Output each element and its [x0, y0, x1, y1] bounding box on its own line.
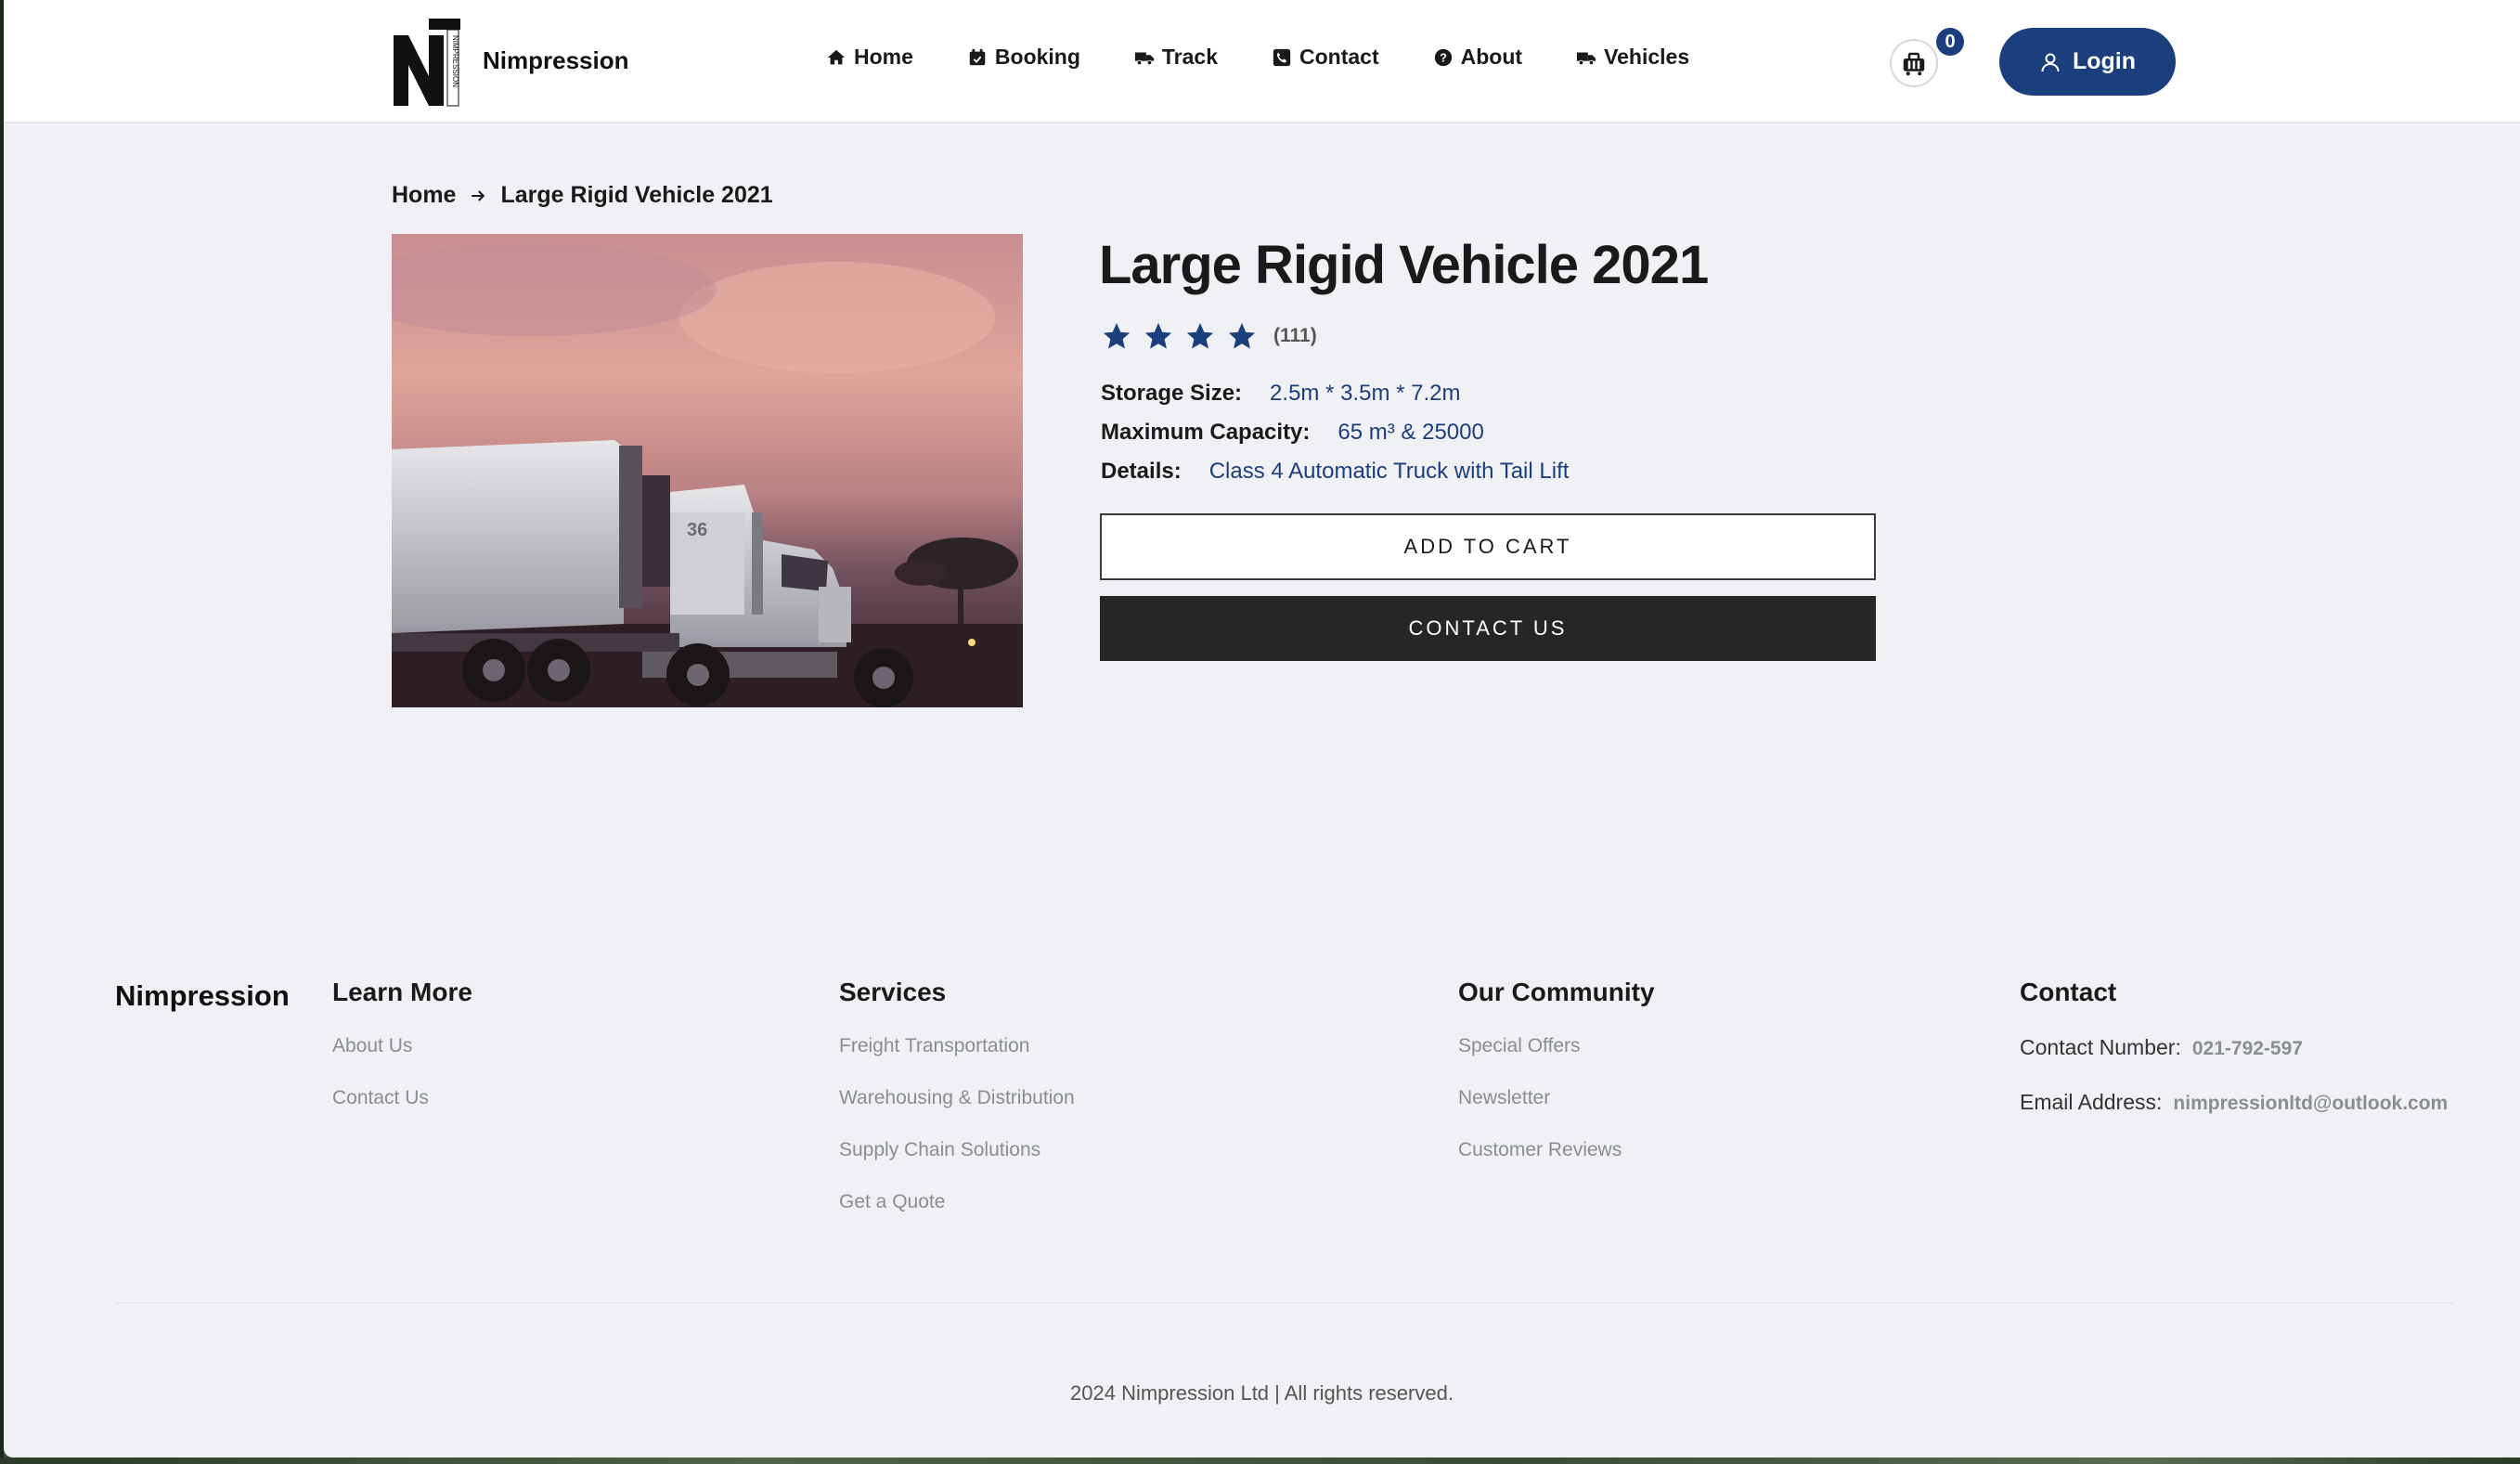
- spec-value: 65 m³ & 25000: [1338, 420, 1484, 445]
- breadcrumb: Home Large Rigid Vehicle 2021: [392, 182, 773, 209]
- truck-number: 36: [687, 520, 707, 540]
- contact-email-value[interactable]: nimpressionltd@outlook.com: [2173, 1093, 2448, 1115]
- site-header: NIMPRESSION Nimpression Home Booking Tra…: [4, 0, 2520, 123]
- add-to-cart-button[interactable]: ADD TO CART: [1100, 513, 1876, 580]
- nav-about[interactable]: ? About: [1433, 45, 1522, 70]
- breadcrumb-current: Large Rigid Vehicle 2021: [500, 182, 773, 208]
- spec-label: Maximum Capacity:: [1101, 420, 1311, 445]
- footer-heading: Contact: [2020, 978, 2117, 1006]
- question-icon: ?: [1434, 48, 1452, 66]
- footer-heading: Services: [839, 978, 947, 1006]
- contact-phone-row: Contact Number: 021-792-597: [2020, 1035, 2448, 1090]
- spec-value: 2.5m * 3.5m * 7.2m: [1270, 381, 1461, 406]
- nav-home-label: Home: [854, 45, 913, 69]
- spec-value: Class 4 Automatic Truck with Tail Lift: [1208, 459, 1570, 484]
- spec-label: Storage Size:: [1101, 381, 1243, 406]
- footer-link-supply-chain[interactable]: Supply Chain Solutions: [839, 1139, 1075, 1191]
- home-icon: [827, 49, 846, 64]
- phone-icon: [1273, 48, 1291, 66]
- breadcrumb-home[interactable]: Home: [392, 182, 456, 209]
- nav-about-label: About: [1460, 45, 1523, 69]
- contact-email-row: Email Address: nimpressionltd@outlook.co…: [2020, 1090, 2448, 1145]
- footer-link-special-offers[interactable]: Special Offers: [1458, 1035, 1655, 1087]
- nav-track[interactable]: Track: [1134, 45, 1218, 70]
- spec-maximum-capacity: Maximum Capacity: 65 m³ & 25000: [1101, 420, 1569, 459]
- rating-count: (111): [1273, 325, 1317, 346]
- brand-logo[interactable]: NIMPRESSION: [392, 17, 460, 108]
- nav-vehicles[interactable]: Vehicles: [1576, 45, 1689, 70]
- footer-brand: Nimpression: [115, 979, 290, 1012]
- footer-divider: [115, 1302, 2454, 1303]
- footer-link-newsletter[interactable]: Newsletter: [1458, 1087, 1655, 1139]
- truck-icon: [1134, 52, 1154, 65]
- star-icon: [1226, 319, 1268, 353]
- star-icon: [1143, 319, 1184, 353]
- login-label: Login: [2072, 48, 2137, 74]
- brand-name[interactable]: Nimpression: [483, 46, 629, 75]
- user-icon: [2041, 53, 2060, 71]
- footer-link-freight[interactable]: Freight Transportation: [839, 1035, 1075, 1087]
- footer-link-about-us[interactable]: About Us: [332, 1035, 472, 1087]
- truck-icon: [1576, 52, 1596, 65]
- cart-icon: [1903, 52, 1925, 76]
- nav-booking-label: Booking: [994, 45, 1080, 69]
- footer-link-contact-us[interactable]: Contact Us: [332, 1087, 472, 1139]
- product-specs: Storage Size: 2.5m * 3.5m * 7.2m Maximum…: [1101, 381, 1569, 498]
- spec-label: Details:: [1101, 459, 1182, 484]
- cart-button[interactable]: [1890, 39, 1938, 87]
- product-image: 36: [392, 234, 1023, 707]
- footer-community: Our Community Special Offers Newsletter …: [1458, 978, 1655, 1191]
- star-icon: [1184, 319, 1226, 353]
- nav-vehicles-label: Vehicles: [1604, 45, 1690, 69]
- calendar-icon: [969, 48, 986, 65]
- cart-count-badge: 0: [1936, 28, 1964, 56]
- product-title: Large Rigid Vehicle 2021: [1099, 235, 1709, 295]
- footer-heading: Our Community: [1458, 978, 1655, 1006]
- nav-contact[interactable]: Contact: [1272, 45, 1379, 70]
- nav-home[interactable]: Home: [826, 45, 913, 70]
- contact-email-label: Email Address:: [2020, 1090, 2163, 1114]
- footer-link-warehousing[interactable]: Warehousing & Distribution: [839, 1087, 1075, 1139]
- contact-us-button[interactable]: CONTACT US: [1100, 596, 1876, 661]
- arrow-right-icon: [472, 189, 485, 201]
- product-rating: (111): [1101, 319, 1317, 353]
- footer-heading: Learn More: [332, 978, 472, 1006]
- spec-details: Details: Class 4 Automatic Truck with Ta…: [1101, 459, 1569, 498]
- footer-contact: Contact Contact Number: 021-792-597 Emai…: [2020, 978, 2448, 1145]
- nav-contact-label: Contact: [1299, 45, 1379, 69]
- copyright: 2024 Nimpression Ltd | All rights reserv…: [1070, 1381, 1454, 1405]
- footer-link-get-quote[interactable]: Get a Quote: [839, 1191, 1075, 1243]
- contact-phone-value[interactable]: 021-792-597: [2192, 1038, 2303, 1060]
- spec-storage-size: Storage Size: 2.5m * 3.5m * 7.2m: [1101, 381, 1569, 420]
- login-button[interactable]: Login: [1999, 28, 2176, 96]
- contact-phone-label: Contact Number:: [2020, 1035, 2181, 1059]
- svg-text:?: ?: [1440, 50, 1447, 64]
- star-icon: [1101, 319, 1143, 353]
- footer-link-customer-reviews[interactable]: Customer Reviews: [1458, 1139, 1655, 1191]
- footer-services: Services Freight Transportation Warehous…: [839, 978, 1075, 1243]
- nav-booking[interactable]: Booking: [967, 45, 1080, 70]
- nav-track-label: Track: [1161, 45, 1219, 69]
- footer-learn-more: Learn More About Us Contact Us: [332, 978, 472, 1139]
- main-nav: Home Booking Track Contact ? About Vehic…: [826, 45, 1743, 70]
- browser-page: NIMPRESSION Nimpression Home Booking Tra…: [4, 0, 2520, 1458]
- desktop-background: [0, 1458, 2520, 1464]
- svg-text:NIMPRESSION: NIMPRESSION: [451, 35, 459, 87]
